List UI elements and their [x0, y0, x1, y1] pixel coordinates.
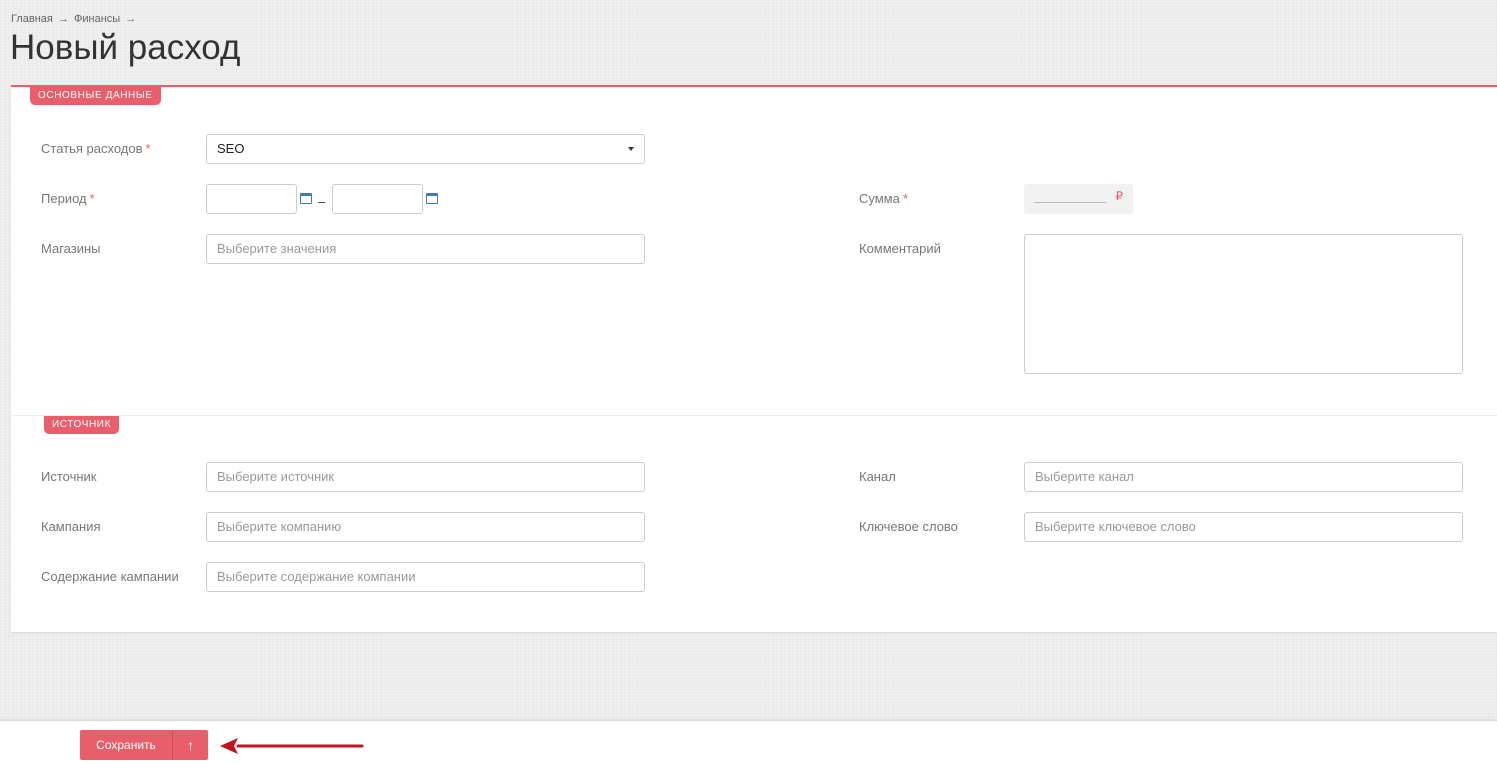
campaign-label: Кампания: [41, 519, 101, 534]
channel-select[interactable]: Выберите канал: [1024, 462, 1463, 492]
source-label: Источник: [41, 469, 97, 484]
section-badge-source: ИСТОЧНИК: [44, 416, 119, 434]
period-separator: –: [318, 194, 326, 209]
breadcrumb: Главная → Финансы →: [11, 13, 138, 25]
breadcrumb-separator: →: [125, 13, 137, 25]
form-card: ОСНОВНЫЕ ДАННЫЕ Статья расходов * SEO Пер…: [11, 85, 1497, 632]
breadcrumb-home-link[interactable]: Главная: [11, 13, 53, 25]
period-from-input[interactable]: [206, 184, 297, 214]
campaign-content-label: Содержание кампании: [41, 569, 179, 584]
section-badge-main: ОСНОВНЫЕ ДАННЫЕ: [30, 87, 161, 105]
page-title: Новый расход: [10, 28, 241, 67]
expense-item-label: Статья расходов *: [41, 141, 151, 156]
arrow-up-icon: ↑: [187, 737, 194, 753]
campaign-select[interactable]: Выберите компанию: [206, 512, 645, 542]
breadcrumb-finance-link[interactable]: Финансы: [74, 13, 120, 25]
calendar-icon[interactable]: [426, 193, 438, 204]
shops-select[interactable]: Выберите значения: [206, 234, 645, 264]
period-label: Период *: [41, 191, 95, 206]
keyword-select[interactable]: Выберите ключевое слово: [1024, 512, 1463, 542]
comment-label: Комментарий: [859, 241, 941, 256]
keyword-label: Ключевое слово: [859, 519, 958, 534]
save-button[interactable]: Сохранить: [80, 730, 172, 760]
channel-label: Канал: [859, 469, 896, 484]
sum-input[interactable]: ₽: [1024, 184, 1133, 214]
source-select[interactable]: Выберите источник: [206, 462, 645, 492]
sum-value: [1034, 202, 1106, 203]
breadcrumb-separator: →: [57, 13, 69, 25]
shops-label: Магазины: [41, 241, 101, 256]
comment-textarea[interactable]: [1024, 234, 1463, 374]
calendar-icon[interactable]: [300, 193, 312, 204]
campaign-content-select[interactable]: Выберите содержание компании: [206, 562, 645, 592]
section-divider: [11, 415, 1497, 416]
annotation-arrow-icon: [220, 738, 364, 754]
expense-item-select[interactable]: SEO: [206, 134, 645, 164]
chevron-down-icon: [628, 147, 634, 151]
period-to-input[interactable]: [332, 184, 423, 214]
save-and-up-button[interactable]: ↑: [172, 730, 208, 760]
ruble-icon: ₽: [1115, 189, 1123, 203]
sum-label: Сумма *: [859, 191, 908, 206]
